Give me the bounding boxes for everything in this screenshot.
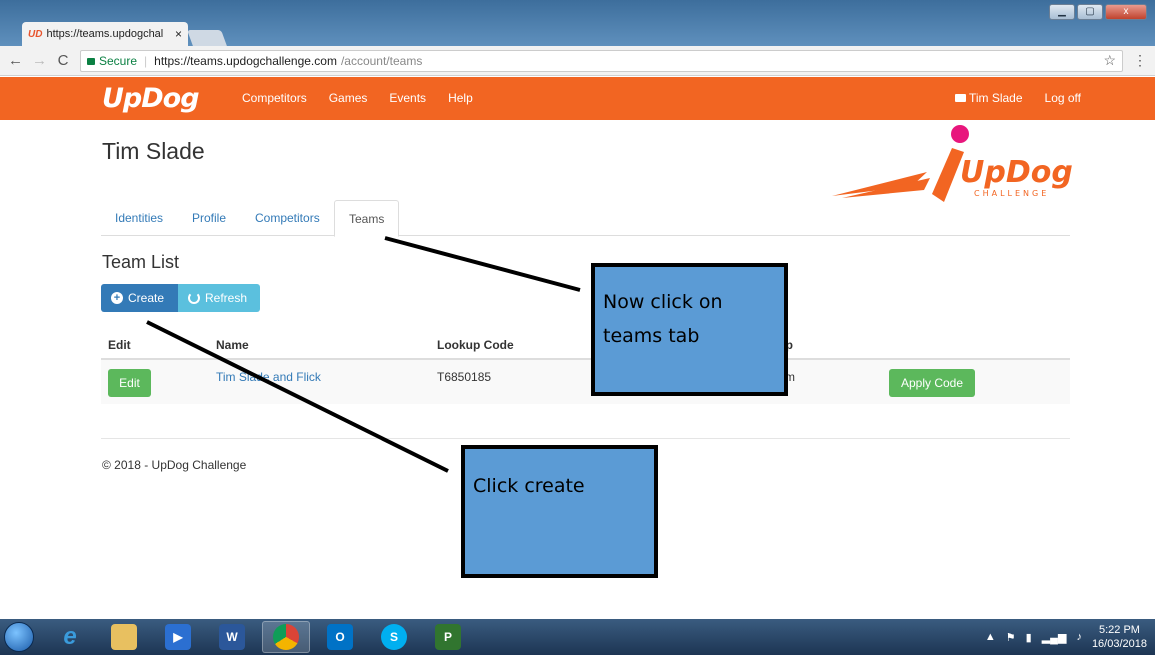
url-host: https://teams.updogchallenge.com — [154, 53, 337, 68]
explorer-icon[interactable] — [100, 621, 148, 653]
header-lookup-code: Lookup Code — [437, 338, 514, 352]
ie-icon[interactable]: e — [46, 621, 94, 653]
team-name-link[interactable]: Tim Slade and Flick — [216, 370, 321, 384]
url-input[interactable]: Secure | https://teams.updogchallenge.co… — [80, 49, 1123, 72]
nav-links: Competitors Games Events Help — [242, 91, 473, 105]
system-tray: ▲ ⚑ ▮ ▂▄▆ ♪ 5:22 PM 16/03/2018 — [985, 619, 1147, 655]
browser-menu-icon[interactable]: ⋮ — [1133, 52, 1147, 69]
callout-create: Click create — [461, 445, 658, 578]
clock-time: 5:22 PM — [1098, 624, 1140, 636]
signal-icon[interactable]: ▂▄▆ — [1042, 631, 1067, 644]
tab-title: https://teams.updogchal — [46, 28, 164, 40]
tray-expand-icon[interactable]: ▲ — [985, 631, 996, 643]
create-label: Create — [128, 291, 165, 305]
close-window-button[interactable]: x — [1105, 4, 1147, 20]
start-button[interactable] — [4, 622, 34, 652]
nav-games[interactable]: Games — [329, 91, 368, 105]
action-center-icon[interactable]: ⚑ — [1006, 631, 1016, 644]
site-navbar: UpDog Competitors Games Events Help Tim … — [0, 77, 1155, 120]
volume-icon[interactable]: ♪ — [1076, 631, 1082, 643]
browser-tab[interactable]: UD https://teams.updogchal × — [22, 22, 188, 46]
clock[interactable]: 5:22 PM 16/03/2018 — [1092, 623, 1147, 651]
secure-label: Secure — [99, 53, 138, 68]
brand-logo-text: UpDog — [960, 155, 1072, 190]
profile-tabs: Identities Profile Competitors Teams — [101, 200, 1070, 237]
battery-icon[interactable]: ▮ — [1026, 631, 1032, 644]
clock-date: 16/03/2018 — [1091, 638, 1147, 650]
lock-icon — [87, 58, 95, 65]
brand-logo-subtext: CHALLENGE — [974, 189, 1049, 198]
project-icon[interactable]: P — [424, 621, 472, 653]
skype-icon[interactable]: S — [370, 621, 418, 653]
media-player-icon[interactable]: ▶ — [154, 621, 202, 653]
nav-logoff[interactable]: Log off — [1045, 91, 1081, 105]
plus-circle-icon: + — [111, 292, 123, 304]
edit-button[interactable]: Edit — [108, 369, 151, 397]
callout-teams-tab: Now click on teams tab — [591, 263, 788, 396]
nav-user-area: Tim Slade Log off — [954, 91, 1081, 105]
updog-logo[interactable]: UpDog — [102, 83, 200, 114]
team-actions: + Create Refresh — [101, 284, 260, 312]
table-row: Edit Tim Slade and Flick T6850185 m Appl… — [101, 360, 1070, 404]
address-bar: ← → C Secure | https://teams.updogchalle… — [0, 46, 1155, 76]
window-controls: ▁ ▢ x — [1049, 4, 1147, 20]
apply-code-button[interactable]: Apply Code — [889, 369, 975, 397]
nav-competitors[interactable]: Competitors — [242, 91, 307, 105]
id-card-icon — [954, 94, 966, 102]
outlook-icon[interactable]: O — [316, 621, 364, 653]
team-table: Edit Name Lookup Code hip Edit Tim Slade… — [101, 330, 1070, 404]
bookmark-star-icon[interactable]: ☆ — [1103, 52, 1116, 69]
windows-taskbar: e ▶ W O S P ▲ ⚑ ▮ ▂▄▆ ♪ 5:22 PM 16/03/20… — [0, 619, 1155, 655]
word-icon[interactable]: W — [208, 621, 256, 653]
refresh-icon — [188, 292, 200, 304]
create-button[interactable]: + Create — [101, 284, 178, 312]
refresh-label: Refresh — [205, 291, 248, 305]
tab-competitors[interactable]: Competitors — [241, 200, 334, 236]
lookup-code-value: T6850185 — [437, 370, 492, 384]
page-title: Tim Slade — [102, 138, 205, 164]
nav-events[interactable]: Events — [389, 91, 426, 105]
header-name: Name — [216, 338, 249, 352]
nav-user[interactable]: Tim Slade — [954, 91, 1023, 105]
tab-identities[interactable]: Identities — [101, 200, 177, 236]
updog-favicon-icon: UD — [28, 28, 43, 40]
minimize-button[interactable]: ▁ — [1049, 4, 1075, 20]
reload-icon[interactable]: C — [56, 52, 70, 69]
url-separator: | — [144, 53, 148, 68]
browser-titlebar: UD https://teams.updogchal × ▁ ▢ x — [0, 0, 1155, 46]
new-tab-button[interactable] — [187, 30, 227, 46]
tab-teams[interactable]: Teams — [334, 200, 400, 237]
tab-profile[interactable]: Profile — [178, 200, 240, 236]
footer-divider — [101, 438, 1070, 439]
refresh-button[interactable]: Refresh — [178, 284, 260, 312]
url-path: /account/teams — [340, 53, 423, 68]
maximize-button[interactable]: ▢ — [1077, 4, 1103, 20]
table-header: Edit Name Lookup Code hip — [101, 330, 1070, 360]
forward-arrow-icon[interactable]: → — [32, 52, 47, 69]
back-arrow-icon[interactable]: ← — [8, 52, 23, 69]
team-list-title: Team List — [102, 252, 180, 272]
nav-user-name: Tim Slade — [968, 91, 1023, 105]
chrome-icon[interactable] — [262, 621, 310, 653]
footer-copyright: © 2018 - UpDog Challenge — [102, 458, 247, 472]
tab-close-icon[interactable]: × — [175, 27, 182, 41]
nav-help[interactable]: Help — [448, 91, 473, 105]
header-edit: Edit — [108, 338, 131, 352]
